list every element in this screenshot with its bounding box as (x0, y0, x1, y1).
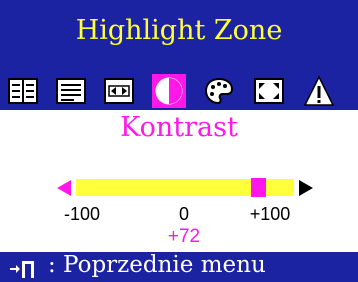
exit-door-icon[interactable] (8, 258, 40, 280)
contrast-icon[interactable] (152, 74, 186, 108)
palette-icon[interactable] (202, 74, 236, 108)
list-text-icon[interactable] (54, 74, 88, 108)
size-arrows-icon[interactable] (102, 74, 136, 108)
scale-min-label: -100 (63, 204, 101, 224)
scale-mid-label: 0 (178, 204, 190, 224)
fullscreen-icon[interactable] (252, 74, 286, 108)
settings-panel: Kontrast -100 0 +100 +72 (0, 110, 358, 252)
decrease-arrow-icon[interactable] (57, 180, 71, 196)
warning-triangle-icon[interactable] (302, 74, 336, 108)
increase-arrow-icon[interactable] (299, 180, 313, 196)
scale-max-label: +100 (249, 204, 291, 224)
osd-title: Highlight Zone (75, 14, 283, 46)
osd-window: Highlight Zone Kontrast -100 0 +100 +72 … (0, 0, 358, 282)
position-grid-icon[interactable] (6, 74, 40, 108)
osd-icon-bar (6, 74, 352, 110)
contrast-slider-track[interactable] (76, 178, 294, 197)
contrast-slider-fill (76, 179, 259, 196)
contrast-slider-thumb[interactable] (251, 178, 266, 197)
contrast-value: +72 (167, 226, 201, 247)
footer: : Poprzednie menu (0, 252, 358, 282)
footer-text: : Poprzednie menu (48, 252, 266, 278)
setting-label: Kontrast (120, 112, 238, 143)
